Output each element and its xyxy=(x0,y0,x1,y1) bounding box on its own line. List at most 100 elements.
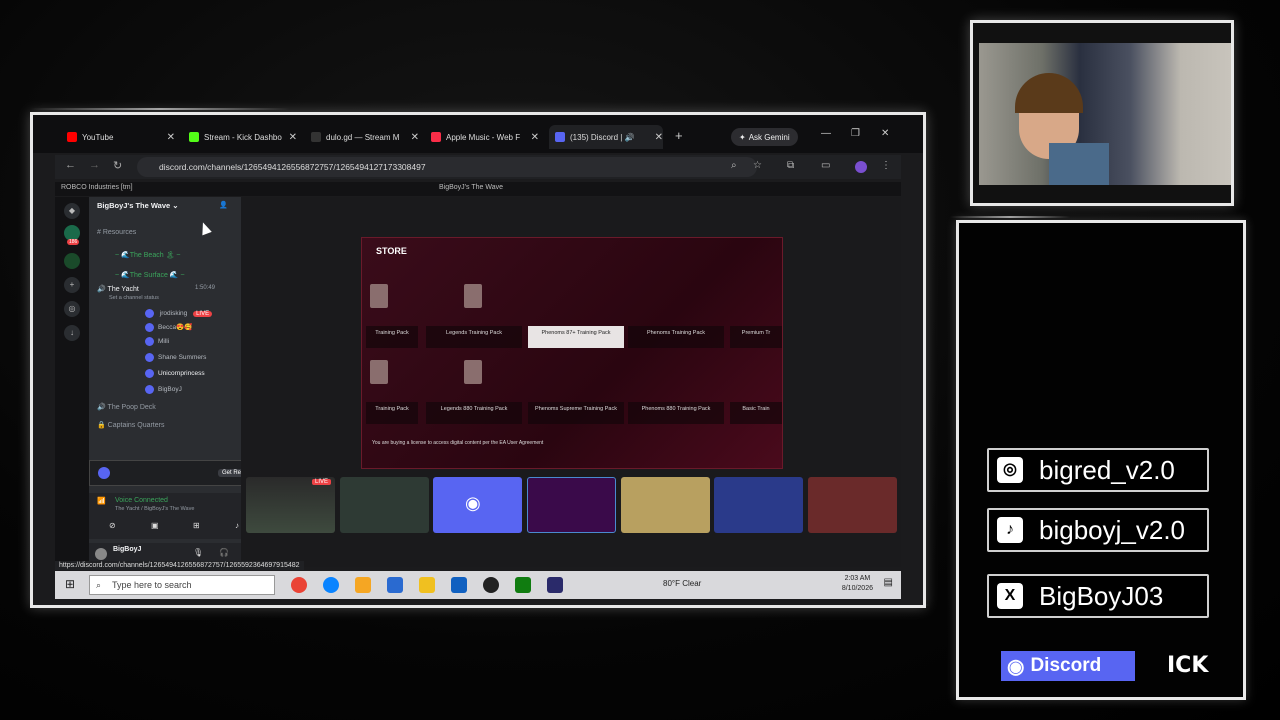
video-off-icon[interactable]: ⊘ xyxy=(109,521,116,530)
url-text: discord.com/channels/1265494126556872757… xyxy=(159,162,426,172)
activities-icon[interactable]: ⊞ xyxy=(193,521,200,530)
stream-tile-discord[interactable]: ◉ xyxy=(433,477,522,533)
member-name: Unicornprincess xyxy=(158,370,205,378)
category-surface[interactable]: ~ 🌊The Surface 🌊 ~ xyxy=(115,271,185,279)
close-icon[interactable]: ✕ xyxy=(411,132,419,143)
store-pack[interactable]: Training Pack xyxy=(366,402,418,424)
extensions-icon[interactable]: ⧉ xyxy=(787,160,794,171)
tab-apple-music[interactable]: Apple Music - Web F ✕ xyxy=(431,127,539,147)
file-explorer-icon[interactable] xyxy=(419,577,435,593)
store-pack[interactable]: Premium Tr xyxy=(730,326,782,348)
store-pack[interactable]: Phenoms 880 Training Pack xyxy=(628,402,724,424)
discord-logo-icon: ◉ xyxy=(465,493,481,513)
member-item[interactable]: Shane Summers xyxy=(145,353,206,362)
weather-widget[interactable]: 80°F Clear xyxy=(663,579,701,588)
tab-youtube[interactable]: YouTube ✕ xyxy=(67,127,175,147)
close-icon[interactable]: ✕ xyxy=(289,132,297,143)
add-server-icon[interactable]: + xyxy=(64,277,80,293)
screen-share-icon[interactable]: ▣ xyxy=(151,521,159,530)
close-icon[interactable]: ✕ xyxy=(655,132,663,143)
maximize-button[interactable]: ❐ xyxy=(851,128,860,139)
copilot-icon[interactable] xyxy=(355,577,371,593)
windows-taskbar: ⊞ ⌕ Type here to search 80°F Clear 2:03 … xyxy=(55,571,901,599)
store-pack-selected[interactable]: Phenoms 87+ Training Pack xyxy=(528,326,624,348)
windows-start-icon[interactable]: ⊞ xyxy=(65,577,75,591)
taskbar-search[interactable]: ⌕ Type here to search xyxy=(89,575,275,595)
game-icon[interactable] xyxy=(547,577,563,593)
server-header[interactable]: BigBoyJ's The Wave ⌄ xyxy=(97,201,179,210)
member-item[interactable]: jrodisking LIVE xyxy=(145,309,213,318)
light-streak xyxy=(950,216,1070,218)
channel-status[interactable]: Set a channel status xyxy=(109,295,159,301)
menu-icon[interactable]: ⋮ xyxy=(881,160,891,171)
xbox-icon[interactable] xyxy=(515,577,531,593)
notification-icon[interactable]: ▤ xyxy=(884,577,893,588)
stream-tile-avatar[interactable] xyxy=(340,477,429,533)
tab-dulo[interactable]: dulo.gd — Stream M ✕ xyxy=(311,127,419,147)
shared-screen-store[interactable]: STORE Training Pack Legends Training Pac… xyxy=(361,237,783,469)
mute-mic-icon[interactable]: 🎙 xyxy=(193,548,203,557)
close-icon[interactable]: ✕ xyxy=(531,132,539,143)
chrome-icon[interactable] xyxy=(291,577,307,593)
store-pack[interactable]: Legends 880 Training Pack xyxy=(426,402,522,424)
member-item[interactable]: BigBoyJ xyxy=(145,385,182,394)
explore-icon[interactable]: ◎ xyxy=(64,301,80,317)
member-item[interactable]: Unicornprincess xyxy=(145,369,205,378)
pack-label: Phenoms Training Pack xyxy=(646,330,706,336)
store-icon[interactable] xyxy=(451,577,467,593)
stream-tile-mvp[interactable] xyxy=(714,477,803,533)
add-member-icon[interactable]: 👤 xyxy=(219,201,228,209)
store-pack[interactable]: Basic Train xyxy=(730,402,782,424)
soundboard-icon[interactable]: ♪ xyxy=(235,521,239,530)
store-pack[interactable]: Training Pack xyxy=(366,326,418,348)
store-pack[interactable]: Phenoms Training Pack xyxy=(628,326,724,348)
taskbar-clock[interactable]: 2:03 AM 8/10/2026 xyxy=(842,574,873,594)
live-badge: LIVE xyxy=(193,311,213,318)
headphones-icon[interactable]: 🎧 xyxy=(219,548,229,557)
store-pack[interactable]: Phenoms Supreme Training Pack xyxy=(528,402,624,424)
stream-tile-big-boyj[interactable] xyxy=(621,477,710,533)
tab-discord[interactable]: (135) Discord | 🔊 ✕ xyxy=(549,125,663,149)
member-name: Becca😍🥰 xyxy=(158,324,193,332)
speaker-icon: 🔊 xyxy=(97,286,106,293)
x-icon: X xyxy=(997,583,1023,609)
avatar[interactable] xyxy=(95,548,107,560)
tab-label: dulo.gd — Stream M xyxy=(326,132,400,142)
member-item[interactable]: Milli xyxy=(145,337,169,346)
address-bar: ← → ↻ discord.com/channels/1265494126556… xyxy=(55,155,901,179)
category-beach[interactable]: ~ 🌊The Beach 🏝 ~ xyxy=(115,251,180,259)
download-icon[interactable]: ↓ xyxy=(64,325,80,341)
split-view-icon[interactable]: ▭ xyxy=(821,160,830,171)
stream-tile-game[interactable]: LIVE xyxy=(246,477,335,533)
tiktok-icon: ♪ xyxy=(997,517,1023,543)
voice-channel-poop-deck[interactable]: 🔊 The Poop Deck xyxy=(97,403,156,411)
voice-connected-sub: The Yacht / BigBoyJ's The Wave xyxy=(115,506,195,512)
forward-button[interactable]: → xyxy=(89,159,100,171)
zoom-icon[interactable]: ⌕ xyxy=(731,160,737,171)
reload-button[interactable]: ↻ xyxy=(113,159,122,172)
close-icon[interactable]: ✕ xyxy=(167,132,175,143)
profile-avatar[interactable] xyxy=(855,161,867,173)
channel-resources[interactable]: # Resources xyxy=(97,229,136,236)
stream-tile-avatar[interactable] xyxy=(808,477,897,533)
member-item[interactable]: Becca😍🥰 xyxy=(145,323,192,332)
discord-title-bar: ROBCO Industries [tm] BigBoyJ's The Wave xyxy=(55,182,901,196)
ask-gemini-button[interactable]: ✦ Ask Gemini xyxy=(731,128,798,146)
discord-logo-icon: ◉ xyxy=(1007,655,1025,678)
new-tab-button[interactable]: + xyxy=(675,128,683,143)
stream-tile-wolf[interactable] xyxy=(527,477,616,533)
bookmark-star-icon[interactable]: ☆ xyxy=(753,160,762,171)
store-pack[interactable]: Legends Training Pack xyxy=(426,326,522,348)
back-button[interactable]: ← xyxy=(65,159,76,171)
server-icon[interactable] xyxy=(64,253,80,269)
minimize-button[interactable]: — xyxy=(821,128,831,139)
obs-icon[interactable] xyxy=(483,577,499,593)
discord-home-icon[interactable]: ◆ xyxy=(64,203,80,219)
voice-channel-yacht[interactable]: 🔊 The Yacht xyxy=(97,285,139,293)
voice-channel-captains[interactable]: 🔒 Captains Quarters xyxy=(97,421,164,429)
tab-kick[interactable]: Stream - Kick Dashbo ✕ xyxy=(189,127,297,147)
url-field[interactable]: discord.com/channels/1265494126556872757… xyxy=(137,157,757,177)
edge-icon[interactable] xyxy=(323,577,339,593)
close-window-button[interactable]: ✕ xyxy=(881,128,889,139)
mail-icon[interactable] xyxy=(387,577,403,593)
